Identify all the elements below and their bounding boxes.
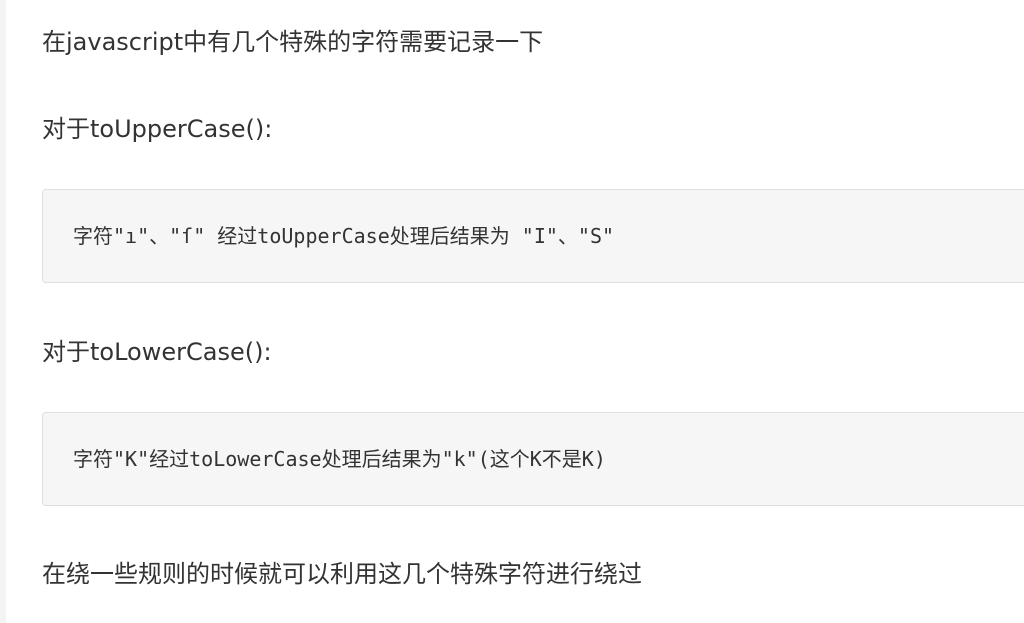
lower-case-code-block: 字符"K"经过toLowerCase处理后结果为"k"(这个K不是K) [42,412,1024,506]
conclusion-paragraph: 在绕一些规则的时候就可以利用这几个特殊字符进行绕过 [42,560,642,588]
upper-case-code-block: 字符"ı"、"ſ" 经过toUpperCase处理后结果为 "I"、"S" [42,189,1024,283]
upper-case-heading: 对于toUpperCase(): [42,115,273,143]
upper-case-code-text: 字符"ı"、"ſ" 经过toUpperCase处理后结果为 "I"、"S" [73,224,615,248]
page-left-margin [0,0,6,623]
intro-paragraph: 在javascript中有几个特殊的字符需要记录一下 [42,28,544,56]
lower-case-heading: 对于toLowerCase(): [42,338,272,366]
lower-case-code-text: 字符"K"经过toLowerCase处理后结果为"k"(这个K不是K) [73,447,606,471]
